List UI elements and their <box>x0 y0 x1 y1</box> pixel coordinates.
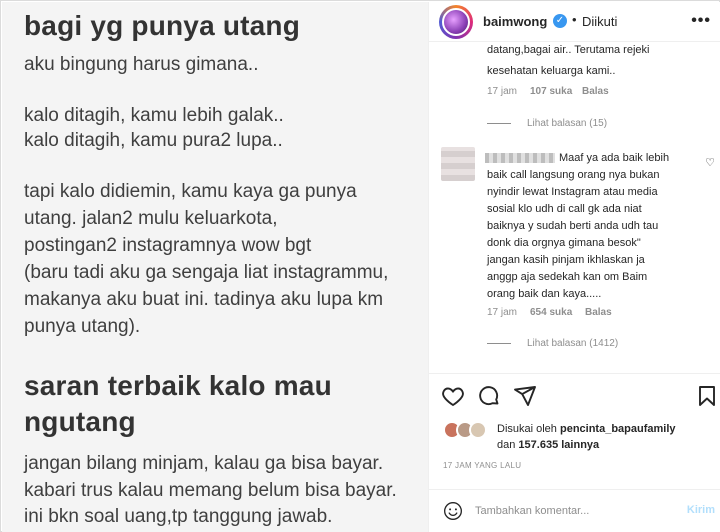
view-replies-button[interactable]: Lihat balasan (1412) <box>487 338 618 349</box>
image-text-line: makanya aku buat ini. tadinya aku lupa k… <box>24 289 384 310</box>
liker-avatar[interactable] <box>469 421 487 439</box>
author-avatar[interactable] <box>439 5 473 39</box>
image-text-line: (baru tadi aku ga sengaja liat instagram… <box>24 262 389 283</box>
comment-text-line: datang,bagai air.. Terutama rejeki <box>487 44 650 56</box>
likes-count[interactable]: 157.635 lainnya <box>518 439 599 451</box>
image-text-line: tapi kalo didiemin, kamu kaya ga punya <box>24 181 357 202</box>
comment-reply-button[interactable]: Balas <box>585 307 612 318</box>
author-username[interactable]: baimwong <box>483 14 547 29</box>
share-send-icon[interactable] <box>513 384 537 408</box>
image-heading: ngutang <box>24 406 136 437</box>
comment-time[interactable]: 17 jam <box>487 86 517 97</box>
image-heading: bagi yg punya utang <box>24 10 301 41</box>
post-image: bagi yg punya utang aku bingung harus gi… <box>2 2 428 532</box>
image-text-line: utang. jalan2 mulu keluarkota, <box>24 208 278 229</box>
comment-reply-button[interactable]: Balas <box>582 86 609 97</box>
comment-text-line: orang baik dan kaya..... <box>487 288 602 300</box>
image-text-line: kalo ditagih, kamu lebih galak.. <box>24 105 284 126</box>
comment-text-line: baik call langsung orang nya bukan <box>487 169 660 181</box>
comments-list[interactable]: datang,bagai air.. Terutama rejeki keseh… <box>429 42 720 372</box>
liker-username[interactable]: pencinta_bapaufamily <box>560 423 676 435</box>
image-text-line: aku bingung harus gimana.. <box>24 54 259 75</box>
header-separator: • <box>572 12 577 27</box>
post-frame: bagi yg punya utang aku bingung harus gi… <box>0 0 720 532</box>
comment-text-line: nyindir lewat Instagram atau media <box>487 186 658 198</box>
comment-like-count[interactable]: 107 suka <box>530 86 572 97</box>
comment-time[interactable]: 17 jam <box>487 307 517 318</box>
likes-text[interactable]: Disukai oleh pencinta_bapaufamily dan 15… <box>497 421 676 453</box>
add-comment-bar: Kirim <box>429 489 720 532</box>
image-heading: saran terbaik kalo mau <box>24 370 332 401</box>
image-text-line: jangan bilang minjam, kalau ga bisa baya… <box>24 453 384 474</box>
verified-badge-icon: ✓ <box>553 14 567 28</box>
image-text-line: ini bkn soal uang,tp tanggung jawab. <box>24 506 333 527</box>
likes-summary: Disukai oleh pencinta_bapaufamily dan 15… <box>443 419 713 453</box>
commenter-avatar[interactable] <box>441 147 475 181</box>
commenter-username[interactable] <box>485 153 555 163</box>
image-text-line: kabari trus kalau memang belum bisa baya… <box>24 480 397 501</box>
image-text-line: punya utang). <box>24 316 141 337</box>
comment-like-heart-icon[interactable]: ♡ <box>705 156 715 169</box>
post-side-panel: baimwong ✓ • Diikuti ••• datang,bagai ai… <box>428 2 720 532</box>
comment-text-line: anggp aja sedekah kan om Baim <box>487 271 648 283</box>
post-timestamp[interactable]: 17 JAM YANG LALU <box>443 461 521 470</box>
comment-text-line: donk dia orgnya gimana besok" <box>487 237 641 249</box>
comment-text-line: baiknya y sudah berti anda udh tau <box>487 220 659 232</box>
comment-text-line: kesehatan keluarga kami.. <box>487 65 616 77</box>
comment-text-line: sosial klo udh di call gk ada niat <box>487 203 642 215</box>
follow-button[interactable]: Diikuti <box>582 14 617 29</box>
post-header: baimwong ✓ • Diikuti ••• <box>429 2 720 42</box>
more-options-icon[interactable]: ••• <box>691 12 711 30</box>
comment-text-line: Maaf ya ada baik lebih <box>559 152 670 164</box>
view-replies-button[interactable]: Lihat balasan (15) <box>487 118 607 129</box>
like-heart-icon[interactable] <box>441 384 465 408</box>
save-bookmark-icon[interactable] <box>695 384 719 408</box>
emoji-icon[interactable] <box>443 501 463 521</box>
comment-text-line: jangan kasih pinjam ikhlaskan ja <box>487 254 645 266</box>
post-actions <box>429 373 720 415</box>
image-text-line: kalo ditagih, kamu pura2 lupa.. <box>24 130 283 151</box>
comment-input[interactable] <box>475 502 665 520</box>
comment-like-count[interactable]: 654 suka <box>530 307 572 318</box>
post-comment-button[interactable]: Kirim <box>687 504 715 516</box>
comment-bubble-icon[interactable] <box>477 384 501 408</box>
image-text-line: postingan2 instagramnya wow bgt <box>24 235 312 256</box>
